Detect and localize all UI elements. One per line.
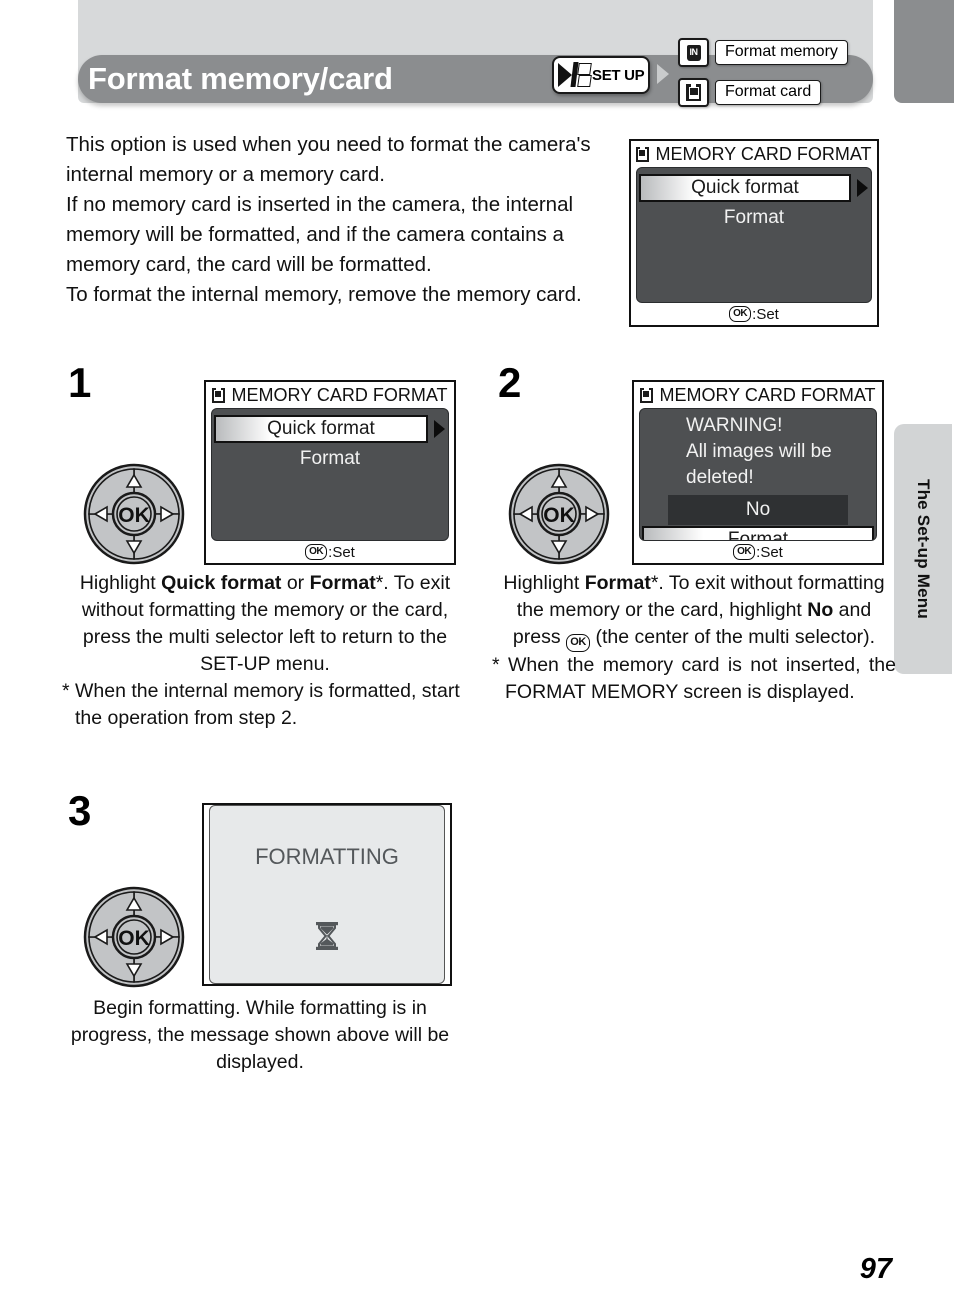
step-3-caption: Begin formatting. While formatting is in…	[70, 997, 450, 1073]
lcd-row-label: Quick format	[267, 418, 375, 439]
right-arrow-icon	[434, 420, 445, 438]
header-right-block	[894, 0, 954, 103]
lcd-title-text: MEMORY CARD FORMAT	[659, 384, 876, 405]
multi-selector-dial[interactable]: OK	[83, 886, 185, 988]
formatting-message: FORMATTING	[255, 844, 399, 869]
caption-bold: Format	[309, 572, 376, 594]
warning-line: WARNING!	[686, 415, 783, 436]
lcd-footer-text: :Set	[752, 305, 779, 323]
caption-bold: Quick format	[161, 572, 282, 594]
lcd-row-label: Quick format	[691, 177, 799, 198]
internal-memory-icon-text: IN	[689, 47, 699, 57]
step-2-footnote: * When the memory card is not inserted, …	[492, 653, 896, 703]
memory-card-icon	[678, 78, 709, 107]
intro-paragraph: This option is used when you need to for…	[66, 133, 591, 186]
multi-selector-dial[interactable]: OK	[508, 463, 610, 565]
lcd-screen-step-3: FORMATTING	[202, 803, 452, 986]
internal-memory-icon: IN	[678, 38, 709, 67]
lcd-footer: OK:Set	[206, 541, 454, 563]
memory-card-icon	[636, 146, 650, 162]
ok-badge: OK	[305, 544, 328, 560]
lcd-row-no[interactable]: No	[668, 495, 848, 525]
lcd-row-quick-format[interactable]: Quick format	[214, 415, 428, 443]
lcd-screen-step-2: MEMORY CARD FORMAT WARNING! All images w…	[632, 380, 884, 565]
hourglass-icon	[210, 921, 444, 951]
lcd-title-text: MEMORY CARD FORMAT	[231, 384, 448, 405]
step-number-2: 2	[498, 359, 522, 406]
caption-text: or	[281, 572, 310, 594]
lcd-row-format[interactable]: Format	[637, 204, 871, 232]
step-number-1: 1	[68, 359, 92, 406]
page-number: 97	[859, 1253, 892, 1285]
ok-badge: OK	[733, 544, 756, 560]
lcd-screen-memory-card-format: MEMORY CARD FORMAT Quick format Format O…	[629, 139, 879, 327]
warning-line: deleted!	[686, 467, 754, 488]
page-title: Format memory/card	[88, 61, 393, 96]
svg-text:OK: OK	[118, 504, 150, 527]
step-1-caption-main: Highlight Quick format or Format*. To ex…	[62, 570, 468, 678]
intro-paragraph: If no memory card is inserted in the cam…	[66, 193, 574, 276]
svg-text:OK: OK	[118, 927, 150, 950]
multi-selector-svg: OK	[508, 463, 610, 565]
step-1-footnote: * When the internal memory is formatted,…	[62, 680, 460, 729]
lcd-title-bar: MEMORY CARD FORMAT	[634, 382, 882, 408]
hourglass-svg	[316, 922, 338, 950]
multi-selector-dial[interactable]: OK	[83, 463, 185, 565]
caption-text: Highlight	[503, 572, 585, 594]
lcd-row-label: Format	[727, 529, 789, 541]
caption-bold: Format	[584, 572, 651, 594]
step-2-caption-main: Highlight Format*. To exit without forma…	[492, 570, 896, 652]
lcd-row-format[interactable]: Format	[642, 526, 874, 541]
lcd-row-quick-format[interactable]: Quick format	[639, 174, 851, 202]
lcd-row-label: No	[745, 499, 771, 520]
lcd-title-text: MEMORY CARD FORMAT	[655, 143, 872, 164]
lcd-display-area: WARNING! All images will be deleted! No …	[639, 408, 877, 541]
memory-card-icon	[640, 387, 654, 403]
menu-entry-label: Format memory	[715, 40, 848, 65]
lcd-title-bar: MEMORY CARD FORMAT	[631, 141, 877, 167]
step-number-3: 3	[68, 787, 92, 834]
caption-text: (the center of the multi selector).	[590, 626, 876, 648]
right-arrow-icon	[657, 64, 669, 84]
lcd-row-label: Format	[299, 448, 361, 469]
lcd-row-label: Format	[723, 207, 785, 228]
svg-text:OK: OK	[543, 504, 575, 527]
multi-selector-svg: OK	[83, 463, 185, 565]
ok-badge: OK	[729, 306, 752, 322]
multi-selector-svg: OK	[83, 886, 185, 988]
lcd-footer-text: :Set	[328, 543, 355, 561]
right-arrow-icon	[857, 179, 868, 197]
lcd-display-area: Quick format Format	[636, 167, 872, 303]
intro-text: This option is used when you need to for…	[66, 130, 614, 310]
setup-menu-icon	[558, 62, 592, 88]
lcd-display-area: Quick format Format	[211, 408, 449, 541]
step-1-caption: Highlight Quick format or Format*. To ex…	[62, 570, 468, 732]
menu-entry-label: Format card	[715, 80, 822, 105]
setup-button-label: SET UP	[592, 66, 645, 84]
lcd-row-format[interactable]: Format	[212, 445, 448, 473]
menu-entry-format-card[interactable]: Format card	[678, 78, 822, 107]
side-tab-label: The Set-up Menu	[914, 479, 933, 619]
warning-line: All images will be	[686, 441, 832, 462]
lcd-footer: OK:Set	[634, 541, 882, 563]
side-tab-setup-menu: The Set-up Menu	[894, 424, 952, 674]
memory-card-icon	[212, 387, 226, 403]
lcd-display-area-formatting: FORMATTING	[209, 805, 445, 984]
lcd-title-bar: MEMORY CARD FORMAT	[206, 382, 454, 408]
caption-bold: No	[807, 599, 834, 621]
lcd-screen-step-1: MEMORY CARD FORMAT Quick format Format O…	[204, 380, 456, 565]
lcd-footer-text: :Set	[756, 543, 783, 561]
setup-menu-button[interactable]: SET UP	[552, 56, 650, 94]
lcd-footer: OK:Set	[631, 303, 877, 325]
ok-badge: OK	[566, 633, 591, 652]
step-2-caption: Highlight Format*. To exit without forma…	[492, 570, 896, 706]
menu-entry-format-memory[interactable]: IN Format memory	[678, 38, 848, 67]
intro-paragraph: To format the internal memory, remove th…	[66, 283, 582, 306]
caption-text: Highlight	[79, 572, 162, 594]
